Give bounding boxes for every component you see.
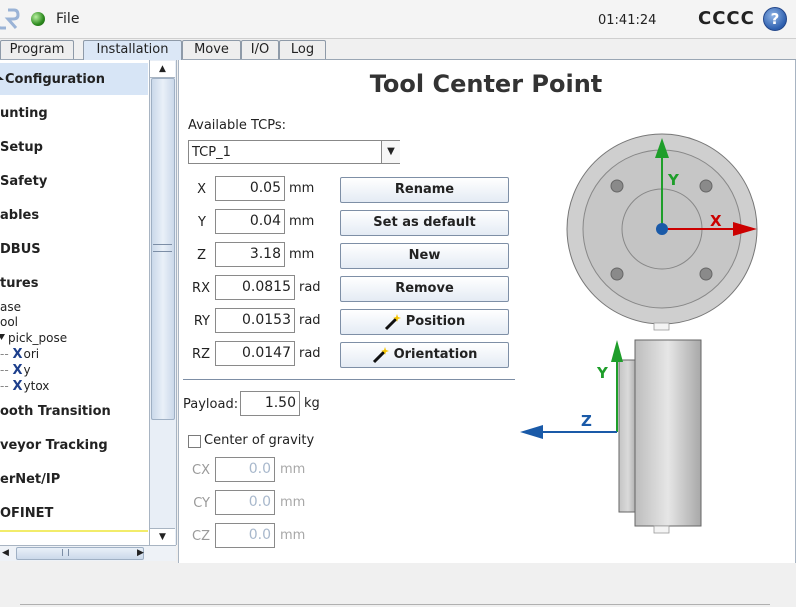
rz-label: RZ	[192, 347, 210, 362]
tab-installation[interactable]: Installation	[83, 40, 182, 60]
status-led-icon	[31, 12, 45, 26]
sidebar-feature-y[interactable]: -- Xy	[0, 363, 31, 378]
sidebar-item-profinet[interactable]: OFINET	[0, 506, 53, 521]
side-z-label: Z	[581, 412, 592, 430]
sidebar-feature-ytox[interactable]: -- Xytox	[0, 379, 49, 394]
y-unit: mm	[289, 214, 315, 229]
set-as-default-button[interactable]: Set as default	[340, 210, 509, 236]
sidebar-item-features[interactable]: tures	[0, 276, 38, 291]
sidebar-item-conveyor-tracking[interactable]: veyor Tracking	[0, 438, 108, 453]
sidebar-item-configuration[interactable]: Configuration	[5, 72, 105, 87]
tcp-tool-flange-diagram: Y X Y Z	[520, 133, 758, 534]
tcp-x-input[interactable]: 0.05	[215, 176, 285, 201]
rename-button[interactable]: Rename	[340, 177, 509, 203]
sidebar-item-mounting[interactable]: unting	[0, 106, 48, 121]
tcp-rx-input[interactable]: 0.0815	[215, 275, 295, 300]
cz-unit: mm	[280, 528, 306, 543]
sidebar-feature-pick-pose[interactable]: pick_pose	[8, 331, 67, 345]
new-tcp-button[interactable]: New	[340, 243, 509, 269]
sidebar-feature-tool[interactable]: ool	[0, 315, 18, 329]
feature-point-icon: X	[12, 347, 23, 362]
tcp-ry-input[interactable]: 0.0153	[215, 308, 295, 333]
rx-label: RX	[192, 281, 210, 296]
tab-move[interactable]: Move	[182, 40, 241, 59]
z-unit: mm	[289, 247, 315, 262]
teach-orientation-button[interactable]: Orientation	[340, 342, 509, 368]
cy-label: CY	[193, 496, 210, 511]
rx-unit: rad	[299, 280, 321, 295]
y-label: Y	[198, 215, 206, 230]
top-x-label: X	[710, 212, 722, 230]
tcp-z-input[interactable]: 3.18	[215, 242, 285, 267]
robot-name: CCCC	[698, 8, 755, 29]
page-title: Tool Center Point	[369, 70, 603, 98]
scroll-down-arrow-icon[interactable]: ▼	[150, 528, 175, 545]
ry-label: RY	[193, 314, 210, 329]
magic-wand-icon	[384, 313, 401, 330]
center-of-gravity-label: Center of gravity	[204, 433, 315, 448]
side-z-arrow-head-icon	[520, 425, 543, 439]
payload-label: Payload:	[183, 397, 239, 412]
ry-unit: rad	[299, 313, 321, 328]
tab-program[interactable]: Program	[0, 40, 74, 59]
feature-point-icon: X	[12, 379, 23, 394]
cog-cx-input: 0.0	[215, 457, 275, 482]
top-y-label: Y	[667, 171, 680, 189]
scroll-up-arrow-icon[interactable]: ▲	[150, 61, 175, 78]
available-tcps-label: Available TCPs:	[188, 118, 286, 133]
x-label: X	[197, 182, 206, 197]
tcp-rz-input[interactable]: 0.0147	[215, 341, 295, 366]
clock: 01:41:24	[598, 13, 657, 28]
side-y-arrow-head-icon	[611, 340, 623, 362]
top-bar	[0, 0, 796, 39]
section-divider	[183, 379, 515, 380]
cog-cy-input: 0.0	[215, 490, 275, 515]
center-of-gravity-checkbox[interactable]	[188, 435, 201, 448]
tcp-select-value: TCP_1	[192, 145, 231, 160]
sidebar-partial-item	[0, 530, 148, 532]
feature-point-icon: X	[12, 363, 23, 378]
rz-unit: rad	[299, 346, 321, 361]
cx-label: CX	[192, 463, 210, 478]
z-label: Z	[197, 248, 206, 263]
cog-cz-input: 0.0	[215, 523, 275, 548]
cx-unit: mm	[280, 462, 306, 477]
sidebar-item-variables[interactable]: ables	[0, 208, 39, 223]
scroll-grip-icon	[62, 549, 69, 556]
help-button[interactable]: ?	[763, 7, 787, 31]
scroll-right-arrow-icon[interactable]: ▶	[137, 547, 149, 559]
sidebar-feature-ori[interactable]: -- Xori	[0, 347, 39, 362]
teach-position-button[interactable]: Position	[340, 309, 509, 335]
remove-tcp-button[interactable]: Remove	[340, 276, 509, 302]
cy-unit: mm	[280, 495, 306, 510]
chevron-down-icon[interactable]: ▼	[381, 141, 400, 163]
tree-collapse-icon[interactable]	[0, 334, 5, 342]
horizontal-scroll-thumb[interactable]	[16, 547, 144, 560]
x-unit: mm	[289, 181, 315, 196]
sidebar-item-modbus[interactable]: DBUS	[0, 242, 41, 257]
flange-side-view	[618, 339, 702, 534]
bottom-bar	[0, 563, 796, 607]
sidebar-item-setup[interactable]: Setup	[0, 140, 43, 155]
cz-label: CZ	[192, 529, 210, 544]
scroll-grip-icon	[153, 244, 172, 252]
payload-unit: kg	[304, 396, 320, 411]
sidebar-item-safety[interactable]: Safety	[0, 174, 47, 189]
scroll-left-arrow-icon[interactable]: ◀	[2, 547, 14, 559]
sidebar-item-smooth-transition[interactable]: ooth Transition	[0, 404, 111, 419]
payload-input[interactable]: 1.50	[240, 391, 300, 416]
file-menu[interactable]: File	[56, 11, 79, 27]
tcp-y-input[interactable]: 0.04	[215, 209, 285, 234]
bottom-divider	[20, 604, 770, 605]
tcp-origin-icon	[656, 223, 668, 235]
ur-logo-icon	[0, 8, 20, 30]
side-y-label: Y	[596, 364, 609, 382]
tab-io[interactable]: I/O	[241, 40, 279, 59]
magic-wand-icon	[372, 346, 389, 363]
tab-log[interactable]: Log	[279, 40, 326, 59]
sidebar-item-ethernet-ip[interactable]: erNet/IP	[0, 472, 60, 487]
sidebar-feature-base[interactable]: ase	[0, 300, 21, 314]
